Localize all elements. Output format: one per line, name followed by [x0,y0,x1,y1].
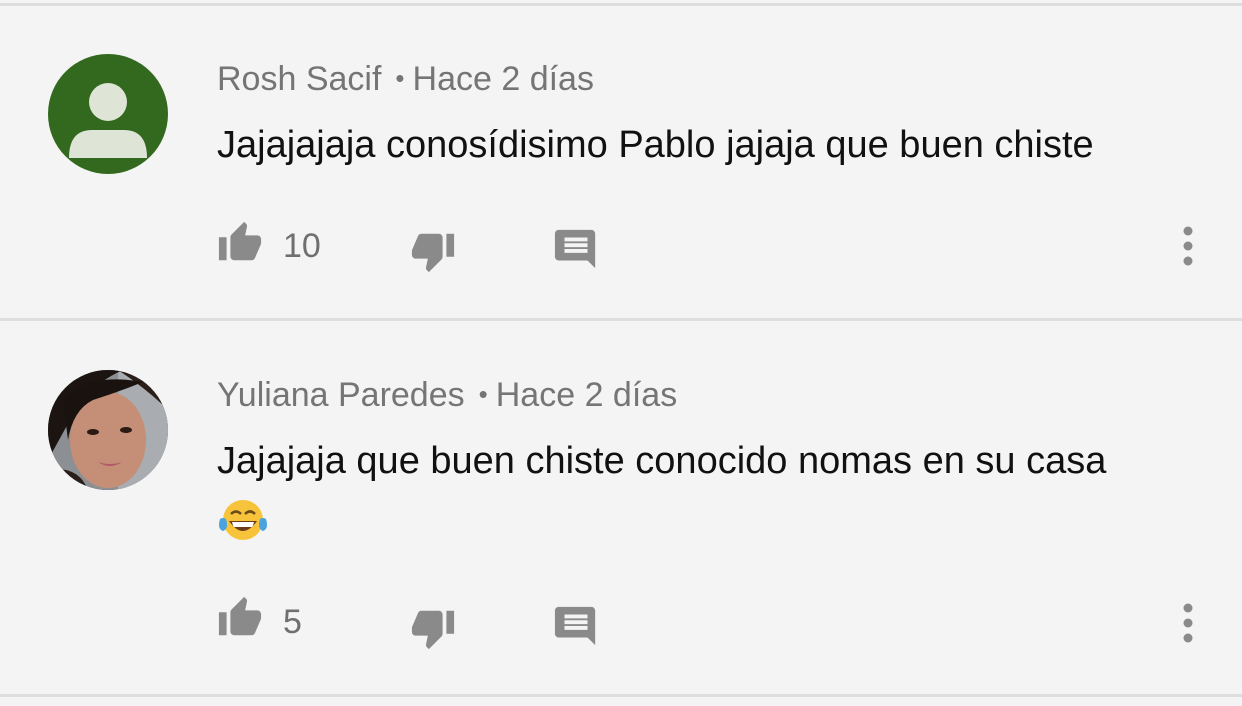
reply-icon[interactable] [553,603,599,649]
comment-text: Jajajajaja conosídisimo Pablo jajaja que… [217,114,1207,176]
comment-text: Jajajaja que buen chiste conocido nomas … [217,430,1117,554]
more-vert-icon[interactable] [1170,603,1206,643]
comment-meta: Yuliana Paredes • Hace 2 días [217,374,677,415]
avatar[interactable] [48,370,168,490]
comment-meta: Rosh Sacif • Hace 2 días [217,58,594,99]
comment-text-content: Jajajajaja conosídisimo Pablo jajaja que… [217,124,1094,166]
avatar[interactable] [48,54,168,174]
comment-item: Rosh Sacif • Hace 2 días Jajajajaja conosí… [0,0,1242,320]
author-name[interactable]: Yuliana Paredes [217,376,465,414]
like-count: 10 [283,227,321,265]
bottom-divider [0,694,1242,697]
thumb-down-icon[interactable] [410,605,456,651]
comment-time: Hace 2 días [412,60,594,98]
more-vert-icon[interactable] [1170,226,1206,266]
default-user-avatar-icon [69,83,147,158]
comment-item: Yuliana Paredes • Hace 2 días Jajajaja que… [0,321,1242,695]
tears-of-joy-emoji-icon [219,500,267,540]
like-count: 5 [283,603,302,641]
meta-separator: • [478,379,488,409]
comment-time: Hace 2 días [495,376,678,414]
comment-text-content: Jajajaja que buen chiste conocido nomas … [217,440,1107,482]
meta-separator: • [395,63,405,93]
author-name[interactable]: Rosh Sacif [217,60,381,98]
thumb-down-icon[interactable] [410,228,456,274]
thumb-up-icon[interactable] [217,220,263,266]
reply-icon[interactable] [553,226,599,272]
user-photo-avatar-icon [48,370,168,490]
thumb-up-icon[interactable] [217,595,263,641]
